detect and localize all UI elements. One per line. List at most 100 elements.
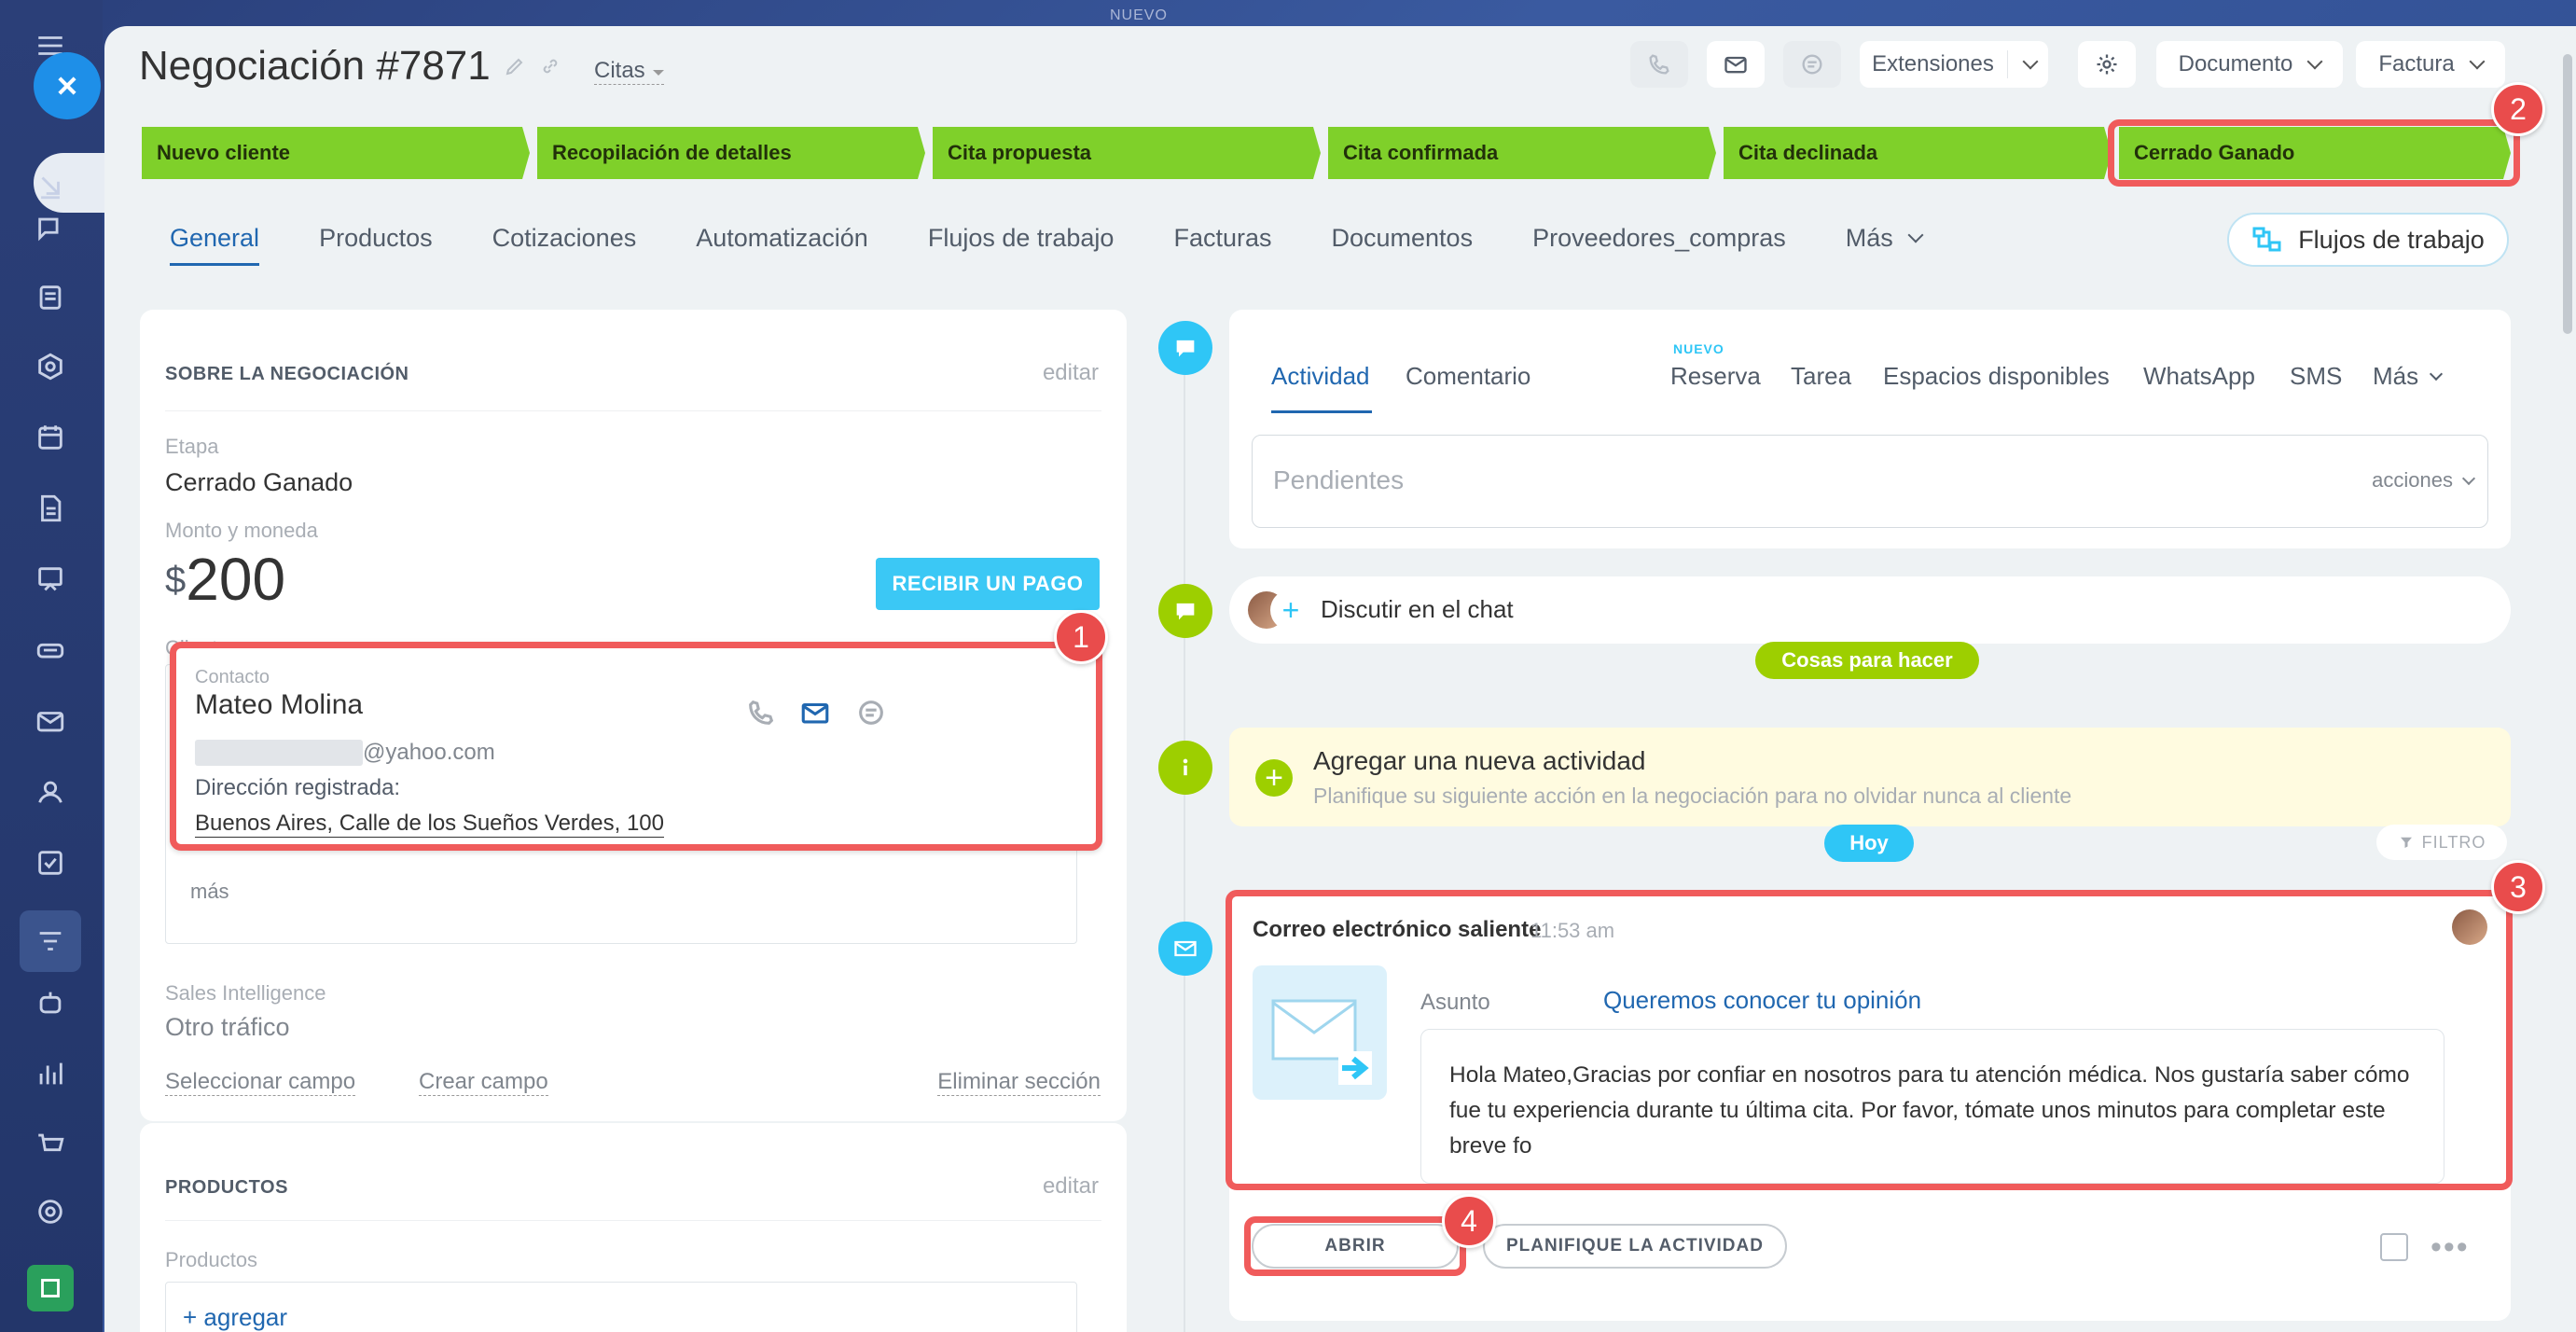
- phone-icon[interactable]: [745, 697, 777, 728]
- tab-automatizacion[interactable]: Automatización: [696, 224, 868, 266]
- more-link[interactable]: más: [190, 880, 229, 904]
- pencil-icon[interactable]: [504, 55, 526, 77]
- download-icon[interactable]: [29, 164, 72, 207]
- document-dropdown[interactable]: Documento: [2156, 41, 2343, 88]
- discuss-chat-label: Discutir en el chat: [1321, 595, 1514, 623]
- timeline-line: [1184, 347, 1185, 1332]
- contacts-icon[interactable]: [29, 770, 72, 813]
- cart-icon[interactable]: [29, 1123, 72, 1166]
- stage-cita-declinada[interactable]: Cita declinada: [1724, 127, 2112, 179]
- add-user-icon[interactable]: +: [1272, 591, 1309, 629]
- plan-activity-button[interactable]: PLANIFIQUE LA ACTIVIDAD: [1483, 1224, 1787, 1269]
- stage-label: Etapa: [165, 435, 219, 458]
- message-icon: [1802, 54, 1822, 75]
- crm-funnel-icon[interactable]: [20, 910, 81, 972]
- workflows-button[interactable]: Flujos de trabajo: [2227, 213, 2509, 267]
- message-icon[interactable]: [855, 697, 887, 728]
- stage-value[interactable]: Cerrado Ganado: [165, 468, 353, 497]
- new-activity-card[interactable]: + Agregar una nueva actividad Planifique…: [1229, 728, 2511, 826]
- address-label: Dirección registrada:: [195, 775, 401, 800]
- invoice-dropdown[interactable]: Factura: [2356, 41, 2505, 88]
- activity-tab-espacios[interactable]: Espacios disponibles: [1883, 362, 2110, 391]
- tab-productos[interactable]: Productos: [319, 224, 433, 266]
- stage-highlight: [2108, 119, 2520, 187]
- stage-cita-propuesta[interactable]: Cita propuesta: [933, 127, 1321, 179]
- note-icon[interactable]: [2380, 1233, 2408, 1261]
- plus-icon[interactable]: +: [1255, 759, 1293, 797]
- filter-icon: [2400, 837, 2412, 848]
- products-edit-link[interactable]: editar: [1043, 1173, 1099, 1200]
- analytics-icon[interactable]: [29, 1052, 72, 1095]
- info-icon: [1158, 741, 1212, 795]
- category-dropdown[interactable]: Citas: [594, 58, 664, 85]
- delete-section-link[interactable]: Eliminar sección: [937, 1069, 1101, 1096]
- contact-address[interactable]: Buenos Aires, Calle de los Sueños Verdes…: [195, 811, 664, 838]
- chevron-down-icon: [2430, 367, 2444, 382]
- page-title: Negociación #7871: [139, 43, 491, 89]
- amount-value[interactable]: $200: [165, 545, 285, 614]
- board-icon[interactable]: [29, 558, 72, 601]
- stage-nuevo-cliente[interactable]: Nuevo cliente: [142, 127, 530, 179]
- tab-mas[interactable]: Más: [1846, 224, 1921, 266]
- more-actions-icon[interactable]: •••: [2431, 1229, 2470, 1266]
- activity-tab-sms[interactable]: SMS: [2290, 362, 2342, 391]
- divider: [165, 410, 1101, 411]
- tab-general[interactable]: General: [170, 224, 260, 266]
- amount-number: 200: [186, 546, 286, 613]
- tab-proveedores[interactable]: Proveedores_compras: [1532, 224, 1786, 266]
- chat-icon[interactable]: [29, 207, 72, 250]
- create-field-link[interactable]: Crear campo: [419, 1069, 548, 1096]
- scrollbar[interactable]: [2563, 54, 2572, 334]
- feed-icon[interactable]: [29, 276, 72, 319]
- sales-intel-value[interactable]: Otro tráfico: [165, 1013, 290, 1042]
- contact-name[interactable]: Mateo Molina: [195, 689, 363, 721]
- pending-input[interactable]: Pendientes: [1252, 435, 2488, 528]
- deal-tabs: General Productos Cotizaciones Automatiz…: [170, 224, 1981, 266]
- hexagon-icon[interactable]: [29, 345, 72, 388]
- select-field-link[interactable]: Seleccionar campo: [165, 1069, 356, 1096]
- badge-4: 4: [1442, 1194, 1496, 1248]
- drive-icon[interactable]: [29, 629, 72, 672]
- activity-tab-whatsapp[interactable]: WhatsApp: [2143, 362, 2255, 391]
- tasks-icon[interactable]: [29, 841, 72, 884]
- contact-email-domain[interactable]: @yahoo.com: [363, 740, 495, 766]
- discuss-chat-row[interactable]: + Discutir en el chat: [1229, 576, 2511, 644]
- close-slider-button[interactable]: [34, 52, 101, 119]
- tab-facturas[interactable]: Facturas: [1173, 224, 1271, 266]
- link-icon[interactable]: [539, 55, 561, 77]
- activity-tab-reserva[interactable]: Reserva: [1670, 362, 1761, 391]
- email-timeline-icon: [1158, 922, 1212, 976]
- activity-tab-comentario[interactable]: Comentario: [1406, 362, 1530, 391]
- pending-actions-dropdown[interactable]: acciones: [2372, 468, 2473, 493]
- document-icon[interactable]: [29, 487, 72, 530]
- activity-composer: Actividad Comentario NUEVO Reserva Tarea…: [1229, 310, 2511, 548]
- new-activity-title: Agregar una nueva actividad: [1313, 746, 1646, 775]
- calendar-icon[interactable]: [29, 416, 72, 459]
- extensions-dropdown[interactable]: Extensiones: [1860, 41, 2048, 88]
- message-button[interactable]: [1783, 41, 1841, 88]
- activity-tab-tarea[interactable]: Tarea: [1791, 362, 1851, 391]
- filter-button[interactable]: FILTRO: [2376, 825, 2507, 860]
- robot-icon[interactable]: [29, 981, 72, 1024]
- activity-more-label: Más: [2373, 362, 2419, 390]
- activity-tab-actividad[interactable]: Actividad: [1271, 362, 1370, 391]
- email-button[interactable]: [1707, 41, 1765, 88]
- filter-label: FILTRO: [2421, 832, 2486, 852]
- tab-documentos[interactable]: Documentos: [1332, 224, 1474, 266]
- settings-button[interactable]: [2078, 41, 2136, 88]
- add-product-link[interactable]: + agregar: [165, 1282, 1077, 1332]
- about-heading: SOBRE LA NEGOCIACIÓN: [165, 364, 409, 384]
- mail-icon[interactable]: [29, 700, 72, 742]
- stage-cita-confirmada[interactable]: Cita confirmada: [1328, 127, 1716, 179]
- about-edit-link[interactable]: editar: [1043, 360, 1099, 386]
- deal-slider: Negociación #7871 Citas Extensiones Docu…: [104, 26, 2576, 1332]
- call-button[interactable]: [1630, 41, 1688, 88]
- settings-rail-icon[interactable]: [29, 1190, 72, 1233]
- app-logo-icon[interactable]: [27, 1265, 74, 1311]
- tab-cotizaciones[interactable]: Cotizaciones: [492, 224, 637, 266]
- activity-tab-mas[interactable]: Más: [2373, 362, 2444, 391]
- mail-icon[interactable]: [799, 697, 831, 728]
- receive-payment-button[interactable]: RECIBIR UN PAGO: [876, 558, 1100, 610]
- stage-recopilacion[interactable]: Recopilación de detalles: [537, 127, 925, 179]
- tab-flujos[interactable]: Flujos de trabajo: [928, 224, 1115, 266]
